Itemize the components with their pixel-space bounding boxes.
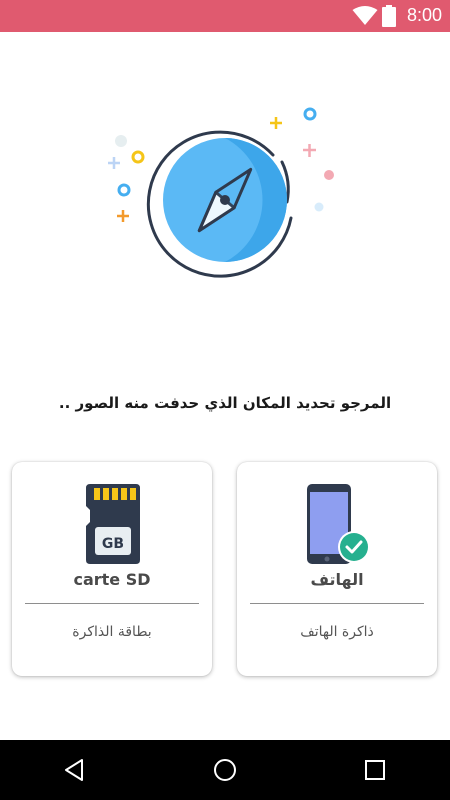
- phone-storage-title: الهاتف: [310, 570, 364, 589]
- sd-card-option[interactable]: GB carte SD بطاقة الذاكرة: [12, 462, 212, 676]
- divider: [250, 603, 424, 604]
- compass-icon: [108, 107, 334, 278]
- home-icon[interactable]: [213, 758, 237, 782]
- divider: [25, 603, 199, 604]
- instruction-text: المرجو تحديد المكان الذي حدفت منه الصور …: [58, 394, 392, 412]
- status-time: 8:00: [406, 5, 442, 25]
- phone-storage-subtitle: ذاكرة الهاتف: [300, 624, 374, 640]
- battery-icon: [382, 5, 396, 27]
- back-icon[interactable]: [62, 758, 86, 782]
- wifi-icon: [352, 6, 378, 25]
- sd-card-title: carte SD: [73, 570, 151, 589]
- sd-card-icon: [86, 484, 140, 564]
- status-bar: 8:00: [0, 0, 450, 32]
- phone-storage-option[interactable]: الهاتف ذاكرة الهاتف: [237, 462, 437, 676]
- navigation-bar: [0, 740, 450, 800]
- recents-icon[interactable]: [365, 758, 385, 782]
- sd-capacity-label: GB: [101, 536, 125, 552]
- phone-icon: [307, 484, 370, 564]
- sd-card-subtitle: بطاقة الذاكرة: [72, 624, 152, 640]
